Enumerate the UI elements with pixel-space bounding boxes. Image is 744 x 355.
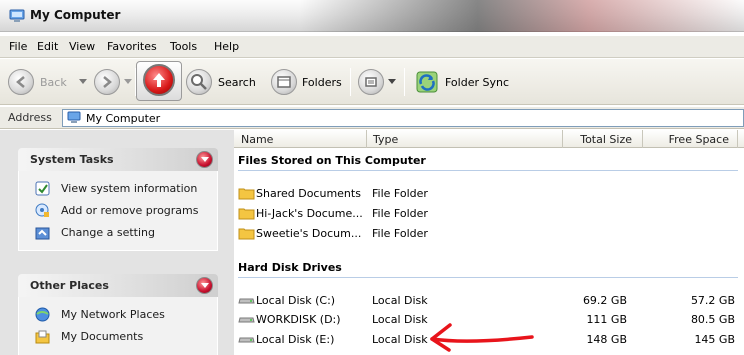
folder-icon [238,208,255,220]
place-label: My Network Places [61,308,165,321]
folder-icon [238,188,255,200]
system-tasks-panel: System Tasks View system information Add… [18,148,218,251]
address-bar: Address My Computer [0,107,744,129]
menu-view[interactable]: View [69,40,95,53]
list-item[interactable]: Local Disk (C:) Local Disk 69.2 GB 57.2 … [238,292,744,309]
task-pane: System Tasks View system information Add… [0,130,234,355]
back-dropdown-icon[interactable] [79,79,87,85]
toolbar-separator [350,68,351,96]
system-info-icon [35,181,50,196]
address-field[interactable]: My Computer [62,109,744,127]
network-icon [35,307,50,322]
other-places-header[interactable]: Other Places [18,274,218,297]
other-places-title: Other Places [30,279,109,292]
system-tasks-header[interactable]: System Tasks [18,148,218,171]
column-header-name[interactable]: Name [234,130,367,148]
column-header-bar: Name Type Total Size Free Space [234,130,744,148]
column-header-type[interactable]: Type [367,130,563,148]
place-my-network-places[interactable]: My Network Places [35,307,215,323]
hard-disk-icon [238,298,255,304]
programs-icon [35,203,49,217]
search-icon[interactable] [186,69,212,95]
place-my-documents[interactable]: My Documents [35,329,215,345]
group-divider [238,277,738,278]
system-tasks-body: View system information Add or remove pr… [18,171,218,251]
address-value: My Computer [86,112,161,125]
control-panel-icon [35,227,50,240]
search-button[interactable]: Search [218,76,256,89]
task-add-remove-programs[interactable]: Add or remove programs [35,203,215,219]
column-header-total-size[interactable]: Total Size [563,130,643,148]
task-view-system-information[interactable]: View system information [35,181,215,197]
folder-icon [238,228,255,240]
hard-disk-icon [238,337,255,343]
hard-disk-icon [238,317,255,323]
menu-help[interactable]: Help [214,40,239,53]
menu-tools[interactable]: Tools [170,40,197,53]
menu-file[interactable]: File [9,40,27,53]
group-title: Files Stored on This Computer [238,154,426,167]
task-change-a-setting[interactable]: Change a setting [35,225,215,241]
views-dropdown-icon[interactable] [388,79,396,85]
list-item[interactable]: Shared Documents File Folder [238,185,744,202]
group-divider [238,170,738,171]
up-arrow-icon[interactable] [143,64,175,96]
folder-sync-icon[interactable] [415,70,439,94]
other-places-panel: Other Places My Network Places My Docume… [18,274,218,355]
back-arrow-icon[interactable] [8,69,34,95]
task-label: Change a setting [61,226,155,239]
folder-sync-button[interactable]: Folder Sync [445,76,509,89]
folders-icon[interactable] [271,69,297,95]
folders-button[interactable]: Folders [302,76,342,89]
address-label: Address [8,111,52,124]
menu-bar: File Edit View Favorites Tools Help [0,36,744,58]
window-title: My Computer [30,8,121,22]
menu-edit[interactable]: Edit [37,40,58,53]
collapse-icon[interactable] [196,151,213,168]
list-item[interactable]: Hi-Jack's Docume... File Folder [238,205,744,222]
task-label: View system information [61,182,198,195]
forward-arrow-icon[interactable] [94,69,120,95]
title-bar-gloss [300,0,744,32]
collapse-icon[interactable] [196,277,213,294]
views-icon[interactable] [358,69,384,95]
toolbar-separator [404,68,405,96]
place-label: My Documents [61,330,144,343]
documents-icon [35,330,50,344]
group-title: Hard Disk Drives [238,261,342,274]
task-label: Add or remove programs [61,204,199,217]
menu-favorites[interactable]: Favorites [107,40,157,53]
toolbar: Back Search Folders Folder Sync [0,59,744,105]
title-bar[interactable]: My Computer [0,0,744,32]
annotation-arrow-icon [430,323,534,352]
forward-dropdown-icon[interactable] [124,79,132,85]
other-places-body: My Network Places My Documents [18,297,218,355]
system-tasks-title: System Tasks [30,153,114,166]
column-header-free-space[interactable]: Free Space [643,130,738,148]
my-computer-icon [67,111,81,123]
my-computer-icon [9,9,25,22]
list-item[interactable]: Sweetie's Docum... File Folder [238,225,744,242]
back-button[interactable]: Back [40,76,67,89]
